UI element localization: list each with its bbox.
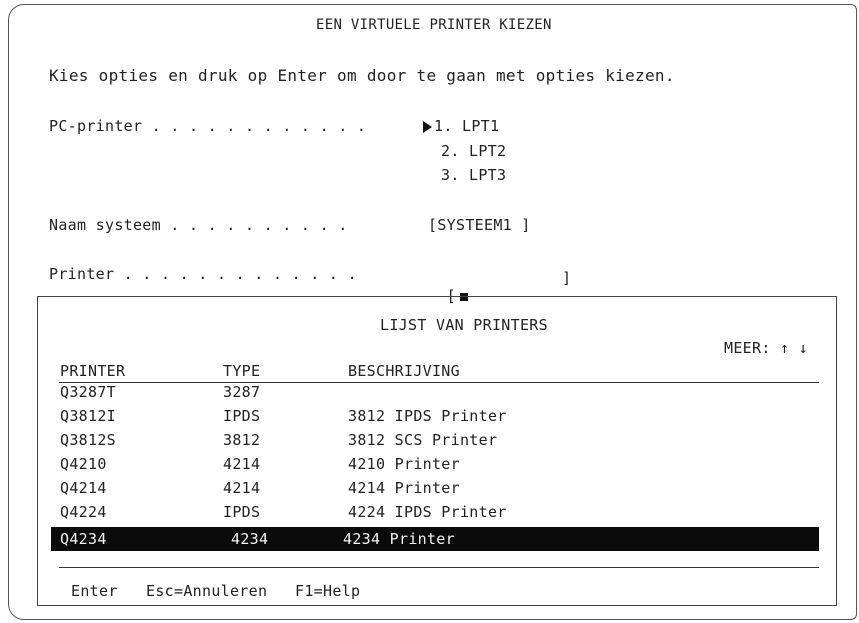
cell-printer: Q3812S	[60, 431, 116, 449]
popup-title: LIJST VAN PRINTERS	[380, 316, 548, 334]
selection-arrow-icon	[423, 120, 432, 133]
cell-printer: Q4214	[60, 479, 107, 497]
cell-description: 3812 IPDS Printer	[348, 407, 507, 425]
cell-type: 3812	[223, 431, 261, 449]
cell-type: IPDS	[223, 503, 261, 521]
cell-printer: Q4210	[60, 455, 107, 473]
cell-type: 4214	[223, 455, 261, 473]
cell-type: IPDS	[223, 407, 261, 425]
cancel-key-hint[interactable]: Esc=Annuleren	[146, 582, 267, 600]
header-divider	[59, 382, 819, 383]
cell-printer: Q3287T	[60, 383, 116, 401]
column-header-type: TYPE	[223, 362, 261, 380]
cell-description: 4210 Printer	[348, 455, 460, 473]
more-label: MEER:	[724, 339, 771, 357]
cell-description: 4224 IPDS Printer	[348, 503, 507, 521]
cell-description: 4234 Printer	[343, 530, 455, 548]
pc-printer-option-3[interactable]: 3. LPT3	[441, 166, 506, 184]
column-header-description: BESCHRIJVING	[348, 362, 460, 380]
cell-description: 4214 Printer	[348, 479, 460, 497]
cell-type: 4214	[223, 479, 261, 497]
cell-description: 3812 SCS Printer	[348, 431, 498, 449]
pc-printer-option-2[interactable]: 2. LPT2	[441, 142, 506, 160]
cell-printer: Q3812I	[60, 407, 116, 425]
column-header-printer: PRINTER	[60, 362, 126, 380]
printer-label: Printer . . . . . . . . . . . . .	[49, 265, 357, 283]
cell-type: 3287	[223, 383, 261, 401]
screen-title: EEN VIRTUELE PRINTER KIEZEN	[316, 17, 552, 33]
footer-divider	[59, 567, 819, 568]
option-label: 1. LPT1	[434, 117, 500, 135]
enter-key-hint[interactable]: Enter	[71, 582, 118, 600]
more-indicator: MEER: ↑ ↓	[724, 339, 808, 357]
printer-field-close-bracket: ]	[562, 269, 572, 287]
cell-type: 4234	[231, 530, 269, 548]
system-name-label: Naam systeem . . . . . . . . . .	[49, 216, 348, 234]
printer-list-popup: LIJST VAN PRINTERS MEER: ↑ ↓ PRINTER TYP…	[37, 296, 837, 606]
pc-printer-label: PC-printer . . . . . . . . . . . .	[49, 117, 367, 135]
instruction-text: Kies opties en druk op Enter om door te …	[49, 66, 675, 85]
cell-printer: Q4234	[60, 530, 107, 548]
pc-printer-option-1[interactable]: 1. LPT1	[423, 117, 499, 135]
scroll-arrows-icon[interactable]: ↑ ↓	[780, 339, 808, 357]
system-name-field[interactable]: [SYSTEEM1 ]	[428, 216, 531, 234]
help-key-hint[interactable]: F1=Help	[295, 582, 360, 600]
cell-printer: Q4224	[60, 503, 107, 521]
table-row-selected[interactable]: Q4234 4234 4234 Printer	[51, 527, 819, 551]
